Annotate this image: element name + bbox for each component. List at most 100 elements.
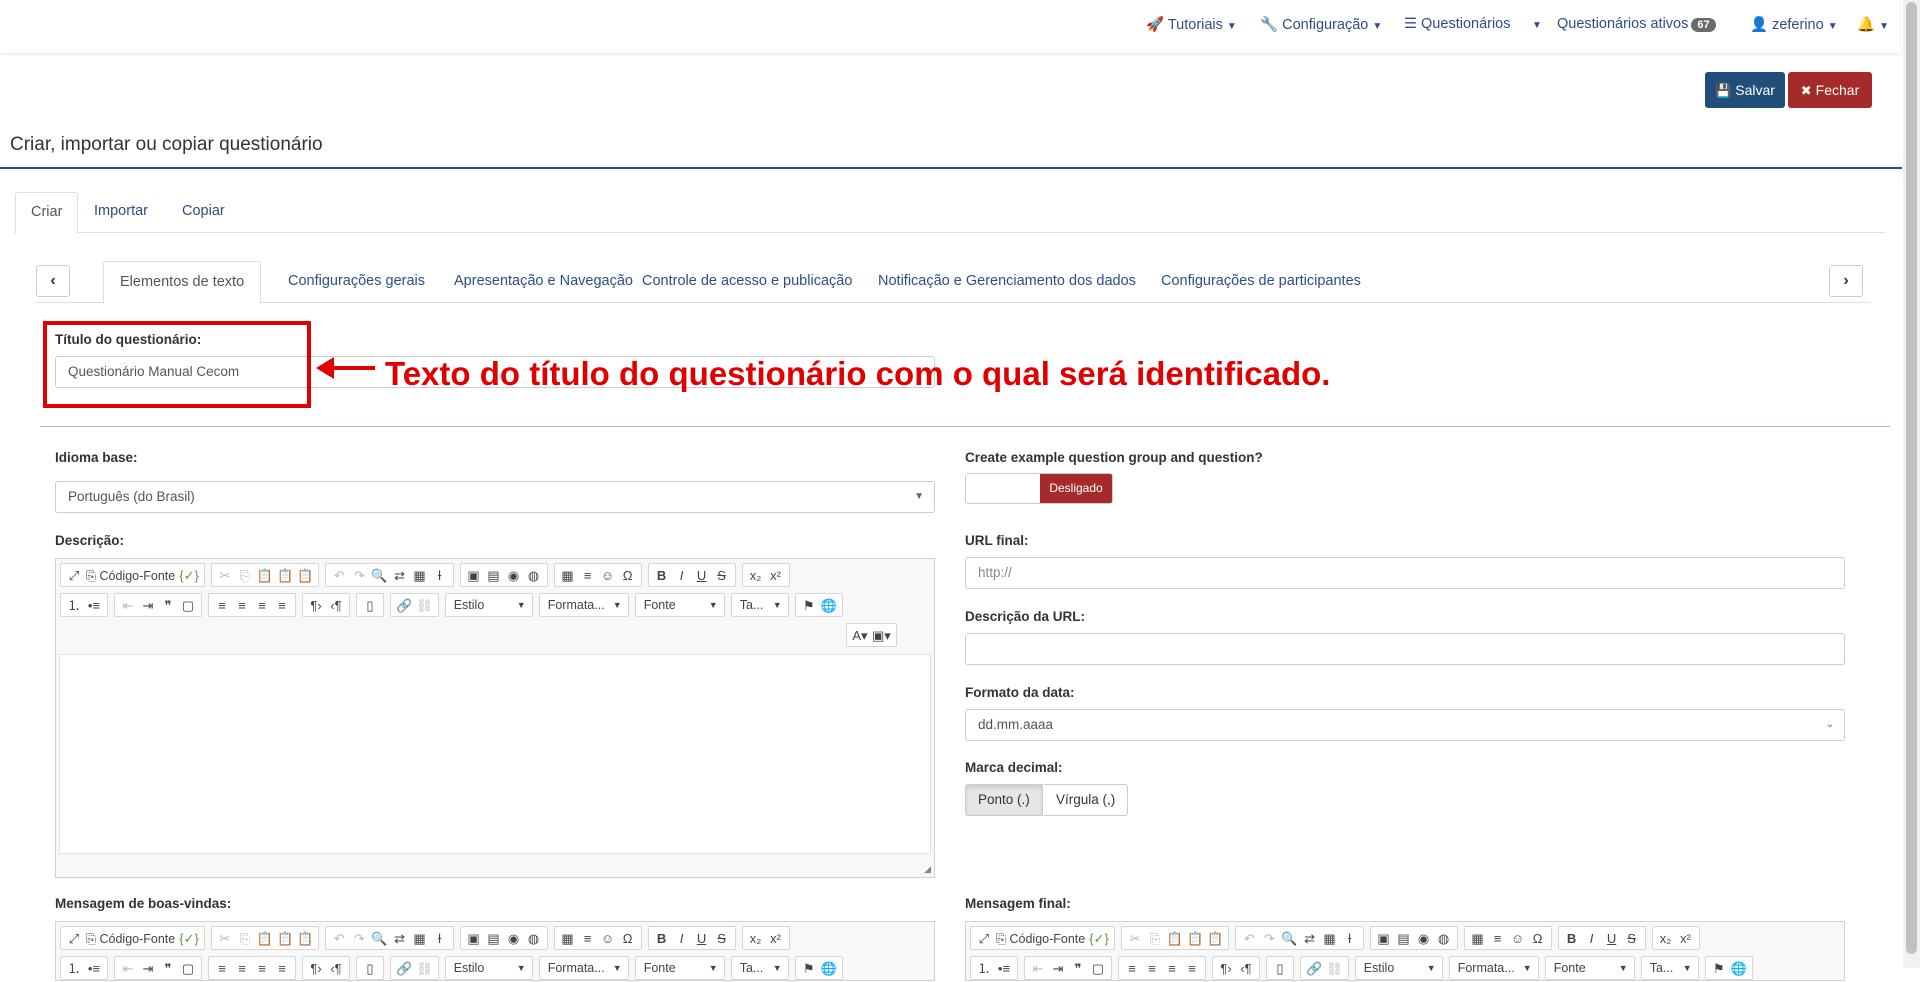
copy-icon[interactable]: ⎘ [1145,928,1165,950]
video-icon[interactable]: ◉ [504,928,524,950]
align-center-icon[interactable]: ≡ [1142,958,1162,980]
page-break-icon[interactable]: ▯ [1270,958,1290,980]
maximize-icon[interactable]: ⤢ [64,565,84,587]
align-right-icon[interactable]: ≡ [1162,958,1182,980]
url-description-input[interactable] [965,633,1845,665]
rtl-icon[interactable]: ‹¶ [326,595,346,617]
compass-icon[interactable]: ◍ [524,928,544,950]
paste-icon[interactable]: 📋 [255,928,275,950]
redo-icon[interactable]: ↷ [349,928,369,950]
indent-icon[interactable]: ⇥ [1048,958,1068,980]
font-combo[interactable]: Fonte ▼ [634,956,725,980]
smiley-icon[interactable]: ☺ [1508,928,1528,950]
vertical-scrollbar[interactable] [1903,0,1920,968]
cut-icon[interactable]: ✂ [215,565,235,587]
subtab-configuracoes-gerais[interactable]: Configurações gerais [272,261,441,303]
smiley-icon[interactable]: ☺ [598,928,618,950]
outdent-icon[interactable]: ⇤ [1028,958,1048,980]
special-char-icon[interactable]: Ω [618,928,638,950]
format-combo[interactable]: Formata... ▼ [538,956,629,980]
undo-icon[interactable]: ↶ [329,928,349,950]
image-icon[interactable]: ▣ [464,565,484,587]
underline-icon[interactable]: U [692,928,712,950]
cut-icon[interactable]: ✂ [1125,928,1145,950]
size-combo[interactable]: Ta... ▼ [730,956,789,980]
subscript-icon[interactable]: x₂ [746,565,766,587]
subscript-icon[interactable]: x₂ [1656,928,1676,950]
tab-importar[interactable]: Importar [79,192,163,233]
numbered-list-icon[interactable]: ⒈ [64,958,84,980]
rtl-icon[interactable]: ‹¶ [1236,958,1256,980]
copy-icon[interactable]: ⎘ [235,928,255,950]
placeholder-field-icon[interactable]: {✓} [177,565,201,587]
flag-icon[interactable]: ⚑ [799,595,819,617]
paste-text-icon[interactable]: 📋 [1185,928,1205,950]
image-icon[interactable]: ▣ [464,928,484,950]
bullet-list-icon[interactable]: •≡ [84,595,104,617]
outdent-icon[interactable]: ⇤ [118,595,138,617]
style-combo[interactable]: Estilo ▼ [1354,956,1443,980]
bold-icon[interactable]: B [1562,928,1582,950]
table-icon[interactable]: ▦ [558,928,578,950]
style-combo[interactable]: Estilo ▼ [444,956,533,980]
underline-icon[interactable]: U [692,565,712,587]
nav-user-menu[interactable]: 👤 zeferino ▼ [1750,16,1838,33]
size-combo[interactable]: Ta... ▼ [1640,956,1699,980]
underline-icon[interactable]: U [1602,928,1622,950]
outdent-icon[interactable]: ⇤ [118,958,138,980]
justify-icon[interactable]: ≡ [1182,958,1202,980]
special-char-icon[interactable]: Ω [618,565,638,587]
ltr-icon[interactable]: ¶› [306,958,326,980]
align-left-icon[interactable]: ≡ [212,595,232,617]
remove-format-icon[interactable]: Ɨ [430,565,450,587]
paste-word-icon[interactable]: 📋 [295,928,315,950]
ltr-icon[interactable]: ¶› [1216,958,1236,980]
bold-icon[interactable]: B [652,928,672,950]
video-icon[interactable]: ◉ [1414,928,1434,950]
superscript-icon[interactable]: x² [766,565,786,587]
strikethrough-icon[interactable]: S [712,565,732,587]
text-color-icon[interactable]: A▾ [850,625,870,647]
close-button[interactable]: ✖ Fechar [1788,72,1872,108]
globe-icon[interactable]: 🌐 [1729,958,1749,980]
superscript-icon[interactable]: x² [766,928,786,950]
replace-icon[interactable]: ⇄ [1300,928,1320,950]
image-icon[interactable]: ▣ [1374,928,1394,950]
align-left-icon[interactable]: ≡ [212,958,232,980]
flash-icon[interactable]: ▤ [484,565,504,587]
tab-criar[interactable]: Criar [15,192,79,234]
unlink-icon[interactable]: ⛓ [414,595,435,617]
nav-questionarios-dropdown[interactable]: ▼ [1528,16,1542,32]
remove-format-icon[interactable]: Ɨ [1340,928,1360,950]
compass-icon[interactable]: ◍ [1434,928,1454,950]
find-icon[interactable]: 🔍 [369,565,389,587]
select-all-icon[interactable]: ▦ [410,565,430,587]
example-question-toggle[interactable]: Desligado [965,473,1113,504]
paste-icon[interactable]: 📋 [1165,928,1185,950]
date-format-select[interactable]: dd.mm.aaaa ⌄ [965,709,1845,741]
italic-icon[interactable]: I [672,565,692,587]
undo-icon[interactable]: ↶ [329,565,349,587]
unlink-icon[interactable]: ⛓ [1324,958,1345,980]
select-all-icon[interactable]: ▦ [1320,928,1340,950]
subtab-elementos-texto[interactable]: Elementos de texto [103,261,262,304]
page-break-icon[interactable]: ▯ [360,595,380,617]
italic-icon[interactable]: I [1582,928,1602,950]
justify-icon[interactable]: ≡ [272,958,292,980]
horizontal-rule-icon[interactable]: ≡ [578,928,598,950]
align-center-icon[interactable]: ≡ [232,595,252,617]
source-code-button[interactable]: ⎘ Código-Fonte [84,928,177,950]
undo-icon[interactable]: ↶ [1239,928,1259,950]
video-icon[interactable]: ◉ [504,565,524,587]
copy-icon[interactable]: ⎘ [235,565,255,587]
bullet-list-icon[interactable]: •≡ [994,958,1014,980]
decimal-point-option[interactable]: Ponto (.) [965,784,1043,816]
paste-text-icon[interactable]: 📋 [275,928,295,950]
subtab-controle-acesso[interactable]: Controle de acesso e publicação [626,261,868,303]
scrollbar-thumb[interactable] [1906,2,1917,954]
subtab-apresentacao-navegacao[interactable]: Apresentação e Navegação [438,261,649,303]
flash-icon[interactable]: ▤ [1394,928,1414,950]
nav-configuracao[interactable]: 🔧 Configuração ▼ [1260,16,1382,33]
globe-icon[interactable]: 🌐 [819,958,839,980]
nav-tutoriais[interactable]: 🚀 Tutoriais ▼ [1146,16,1237,33]
